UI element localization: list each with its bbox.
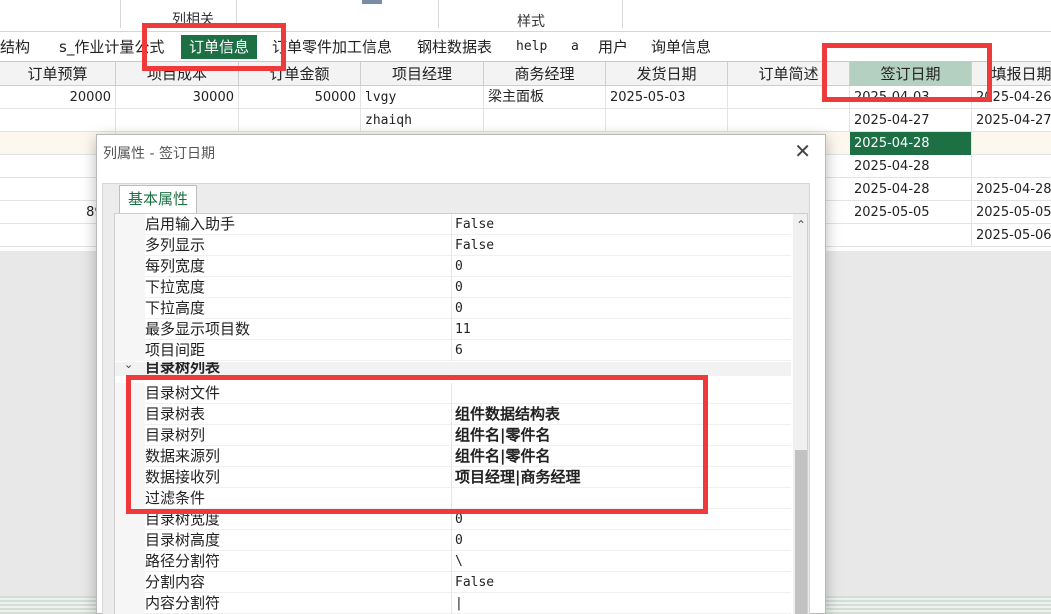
close-icon[interactable]: ✕ xyxy=(794,141,811,161)
grid-cell[interactable] xyxy=(606,109,728,132)
column-header-business-manager[interactable]: 商务经理 xyxy=(484,62,606,86)
ribbon-button-icon[interactable] xyxy=(362,0,382,4)
property-value[interactable]: 0 xyxy=(455,530,785,551)
property-row[interactable]: 路径分割符 \ xyxy=(115,551,791,572)
grid-cell[interactable]: 梁主面板 xyxy=(484,86,606,109)
chevron-up-icon[interactable]: ⌃ xyxy=(793,218,807,232)
row-gutter xyxy=(115,277,145,298)
property-value[interactable]: 0 xyxy=(455,277,785,298)
grid-cell[interactable]: 50000 xyxy=(239,86,361,109)
property-row[interactable]: 下拉高度 0 xyxy=(115,298,791,319)
row-gutter xyxy=(115,593,145,614)
property-name: 目录树高度 xyxy=(145,530,452,551)
property-name: 最多显示项目数 xyxy=(145,319,452,340)
column-header-ship-date[interactable]: 发货日期 xyxy=(606,62,728,86)
column-header-budget[interactable]: 订单预算 xyxy=(0,62,116,86)
property-value[interactable]: 11 xyxy=(455,319,785,340)
grid-cell[interactable] xyxy=(728,109,850,132)
property-value[interactable]: False xyxy=(455,572,785,593)
property-name: 路径分割符 xyxy=(145,551,452,572)
row-gutter xyxy=(115,530,145,551)
tab-inquiry-info[interactable]: 询单信息 xyxy=(643,35,719,59)
grid-cell[interactable]: 20000 xyxy=(0,86,116,109)
highlight-box-column xyxy=(822,43,992,102)
property-value[interactable]: \ xyxy=(455,551,785,572)
property-value[interactable]: False xyxy=(455,214,785,235)
grid-cell[interactable] xyxy=(484,109,606,132)
property-name: 启用输入助手 xyxy=(145,214,452,235)
tab-help[interactable]: help xyxy=(508,35,555,59)
property-row[interactable]: 启用输入助手 False xyxy=(115,214,791,235)
grid-cell[interactable] xyxy=(972,155,1051,178)
grid-cell[interactable]: zhaiqh xyxy=(361,109,484,132)
tab-basic-properties[interactable]: 基本属性 xyxy=(119,185,198,213)
property-name: 内容分割符 xyxy=(145,593,452,614)
row-gutter xyxy=(115,214,145,235)
grid-cell[interactable]: 2025-04-27 xyxy=(850,109,972,132)
property-row[interactable]: 分割内容 False xyxy=(115,572,791,593)
grid-cell[interactable]: 2025-05-03 xyxy=(606,86,728,109)
property-row[interactable]: 每列宽度 0 xyxy=(115,256,791,277)
tab-a[interactable]: a xyxy=(563,35,587,59)
property-row[interactable]: 最多显示项目数 11 xyxy=(115,319,791,340)
row-gutter xyxy=(115,319,145,340)
row-gutter xyxy=(115,235,145,256)
column-properties-dialog: 列属性 - 签订日期 ✕ 基本属性 启用输入助手 False 多列显示 Fals… xyxy=(96,134,826,614)
property-name: 每列宽度 xyxy=(145,256,452,277)
highlight-box-properties xyxy=(126,375,708,514)
row-gutter xyxy=(115,256,145,277)
property-value[interactable]: 6 xyxy=(455,340,785,361)
property-name: 下拉高度 xyxy=(145,298,452,319)
property-row[interactable]: 目录树高度 0 xyxy=(115,530,791,551)
table-row[interactable]: zhaiqh 2025-04-27 2025-04-27 xyxy=(0,109,1051,132)
vertical-scrollbar[interactable]: ⌃ xyxy=(793,214,807,614)
highlight-box-tab xyxy=(142,23,286,71)
grid-cell[interactable] xyxy=(0,109,116,132)
ribbon-group-label: 样式 xyxy=(517,14,545,30)
property-name: 项目间距 xyxy=(145,340,452,361)
property-value[interactable]: | xyxy=(455,593,785,614)
grid-cell[interactable] xyxy=(239,109,361,132)
grid-cell[interactable]: 2025-05-05 xyxy=(972,201,1051,224)
chevron-down-icon[interactable]: ⌄ xyxy=(124,362,133,371)
grid-cell[interactable]: 2025-04-28 xyxy=(972,178,1051,201)
column-header-project-manager[interactable]: 项目经理 xyxy=(361,62,484,86)
grid-cell[interactable]: 2025-05-05 xyxy=(850,201,972,224)
property-name: 分割内容 xyxy=(145,572,452,593)
ribbon-separator xyxy=(438,0,439,28)
property-value[interactable]: False xyxy=(455,235,785,256)
property-name: 多列显示 xyxy=(145,235,452,256)
grid-cell[interactable] xyxy=(116,109,239,132)
category-label: 目录树列表 xyxy=(145,362,221,376)
dialog-title: 列属性 - 签订日期 xyxy=(103,146,215,162)
ribbon-separator xyxy=(120,0,121,28)
property-row[interactable]: 多列显示 False xyxy=(115,235,791,256)
grid-cell[interactable]: 2025-05-06 xyxy=(972,224,1051,247)
grid-cell-selected[interactable]: 2025-04-28 xyxy=(850,132,972,155)
row-gutter xyxy=(115,340,145,361)
grid-cell[interactable]: 2025-04-28 xyxy=(850,155,972,178)
row-gutter xyxy=(115,572,145,593)
grid-cell[interactable] xyxy=(850,224,972,247)
row-gutter xyxy=(115,551,145,572)
property-name: 下拉宽度 xyxy=(145,277,452,298)
tab-steel-column[interactable]: 钢柱数据表 xyxy=(409,35,500,59)
property-row[interactable]: 下拉宽度 0 xyxy=(115,277,791,298)
property-row[interactable]: 项目间距 6 xyxy=(115,340,791,361)
scrollbar-thumb[interactable] xyxy=(795,450,807,614)
tab-users[interactable]: 用户 xyxy=(590,35,636,59)
grid-cell[interactable]: 2025-04-28 xyxy=(850,178,972,201)
grid-cell[interactable]: lvgy xyxy=(361,86,484,109)
grid-cell[interactable]: 2025-04-27 xyxy=(972,109,1051,132)
grid-cell[interactable] xyxy=(972,132,1051,155)
row-gutter xyxy=(115,298,145,319)
property-row[interactable]: 内容分割符 | xyxy=(115,593,791,614)
property-category[interactable]: ⌄ 目录树列表 xyxy=(115,362,791,376)
property-value[interactable]: 0 xyxy=(455,256,785,277)
property-value[interactable]: 0 xyxy=(455,298,785,319)
grid-cell[interactable]: 30000 xyxy=(116,86,239,109)
ribbon-separator xyxy=(622,0,623,28)
tab-structure[interactable]: 结构 xyxy=(0,35,38,59)
